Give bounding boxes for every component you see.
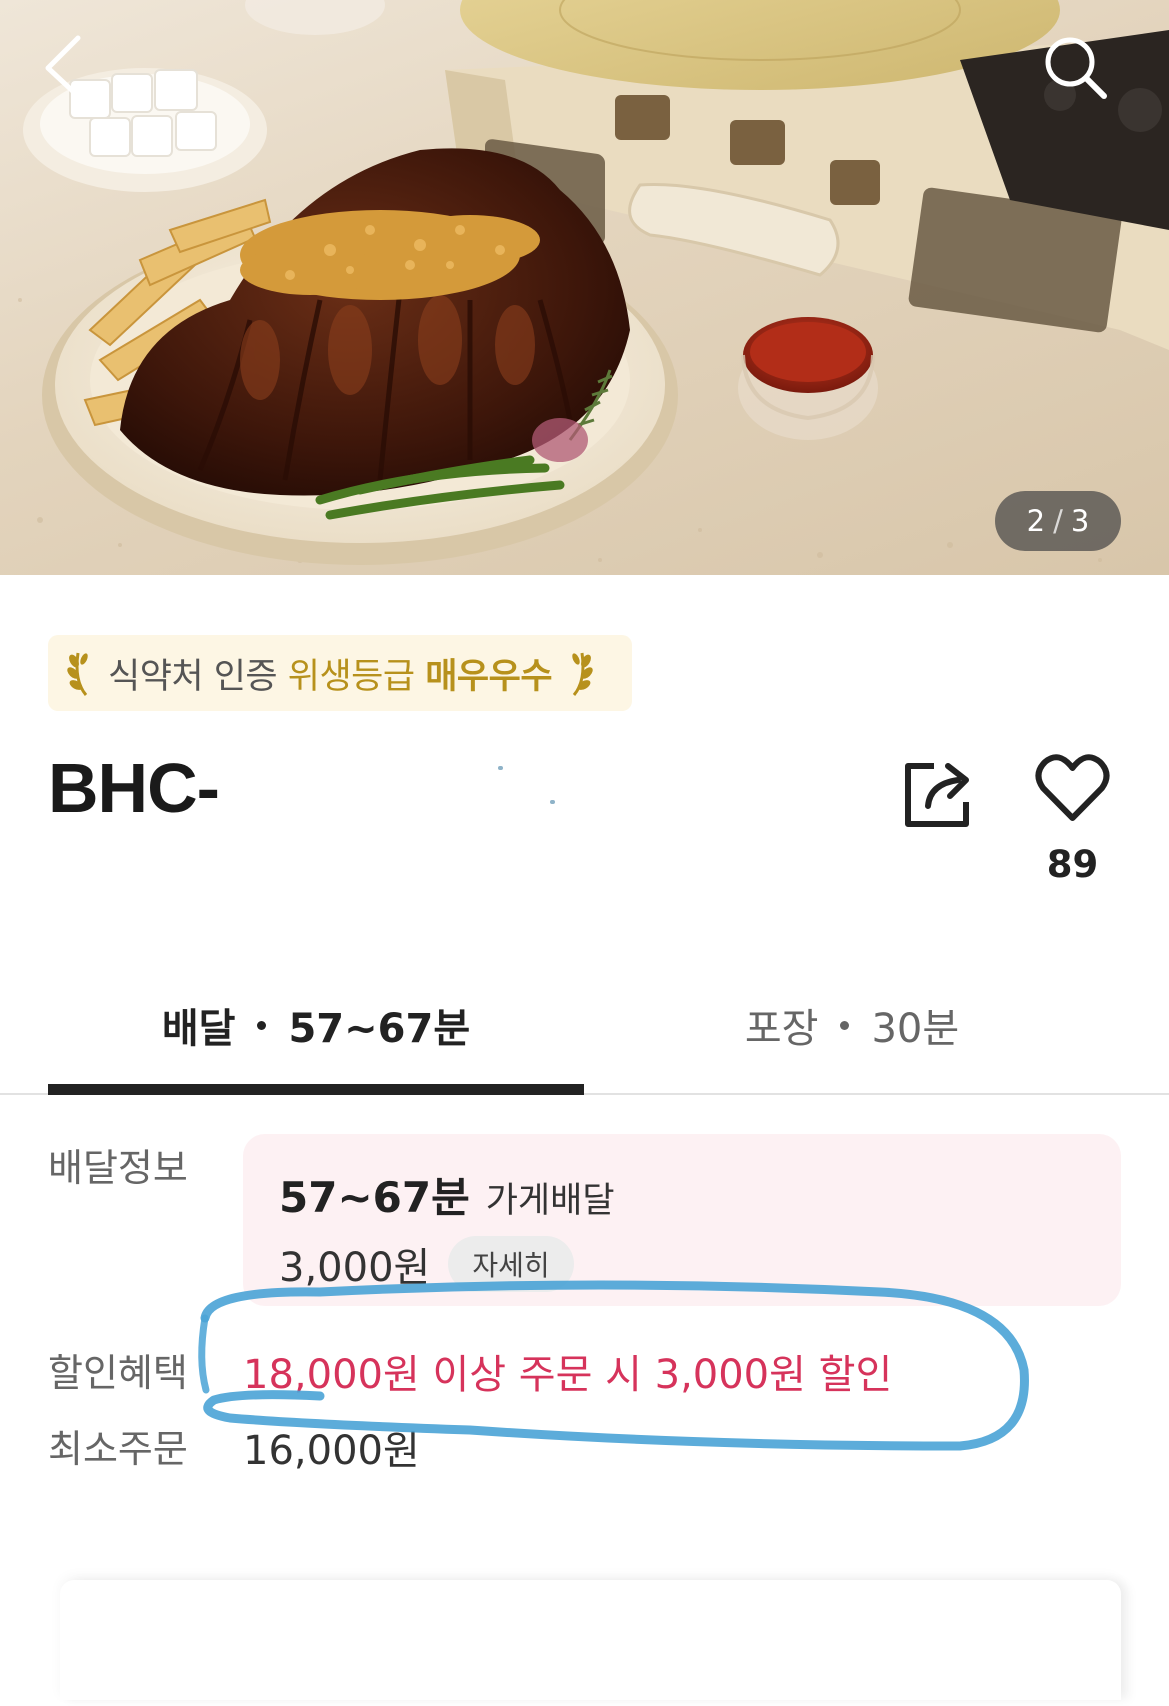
- heart-icon: [1035, 754, 1110, 821]
- store-name: BHC-: [48, 749, 220, 827]
- discount-label: 할인혜택: [48, 1351, 188, 1395]
- back-button[interactable]: [40, 32, 110, 102]
- current-page: 2: [1026, 504, 1046, 538]
- favorite-count: 89: [1046, 843, 1099, 886]
- discount-text: 18,000원 이상 주문 시 3,000원 할인: [243, 1352, 893, 1398]
- min-order-label: 최소주문: [48, 1427, 188, 1471]
- badge-grade-value: 매우우수: [425, 656, 553, 697]
- share-icon: [905, 763, 969, 827]
- food-photo: [18, 0, 1169, 565]
- delivery-info-label: 배달정보: [48, 1146, 188, 1190]
- laurel-right-icon: [572, 652, 593, 696]
- store-photo-carousel[interactable]: 2 / 3: [0, 0, 1169, 575]
- chevron-left-icon: [45, 35, 81, 99]
- tab-pickup-label: 포장: [744, 1006, 819, 1052]
- photo-page-indicator: 2 / 3: [995, 491, 1121, 551]
- redaction-speck: [550, 800, 555, 804]
- tab-delivery[interactable]: 배달 57~67분: [48, 990, 584, 1060]
- active-tab-indicator: [48, 1084, 584, 1095]
- badge-grade-label: 위생등급: [287, 656, 415, 697]
- bottom-card: [60, 1580, 1121, 1700]
- tab-delivery-label: 배달: [161, 1006, 236, 1052]
- tab-pickup[interactable]: 포장 30분: [584, 990, 1120, 1060]
- tab-separator-dot: [257, 1020, 267, 1030]
- search-button[interactable]: [1040, 32, 1110, 102]
- badge-certifier: 식약처 인증: [108, 656, 278, 697]
- min-order-value: 16,000원: [243, 1428, 420, 1474]
- delivery-detail-button[interactable]: 자세히: [448, 1236, 574, 1292]
- hygiene-grade-badge[interactable]: 식약처 인증 위생등급 매우우수: [48, 635, 632, 711]
- delivery-fee: 3,000원: [279, 1245, 431, 1291]
- delivery-info-card: 57~67분 가게배달 3,000원 자세히: [243, 1134, 1121, 1306]
- page-separator: /: [1053, 504, 1063, 538]
- redaction-speck: [498, 766, 503, 770]
- laurel-left-icon: [67, 652, 88, 696]
- delivery-time: 57~67분: [279, 1173, 470, 1222]
- search-icon: [1045, 37, 1107, 99]
- tab-separator-dot: [840, 1020, 850, 1030]
- total-pages: 3: [1070, 504, 1090, 538]
- tab-pickup-time: 30분: [871, 1006, 960, 1052]
- tab-delivery-time: 57~67분: [288, 1006, 471, 1052]
- share-button[interactable]: [900, 752, 980, 832]
- favorite-button[interactable]: [1035, 752, 1110, 824]
- delivery-type: 가게배달: [485, 1181, 615, 1221]
